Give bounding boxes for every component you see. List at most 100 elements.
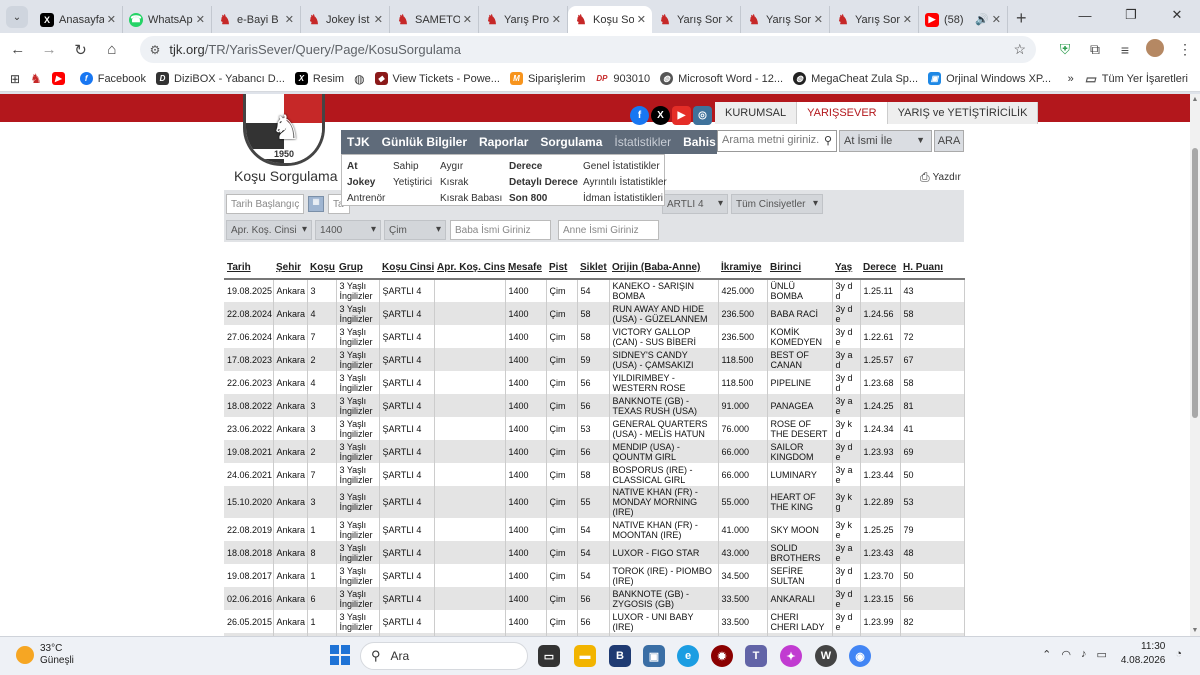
scroll-up-icon[interactable]: ▲ bbox=[1190, 96, 1200, 103]
column-header[interactable]: Birinci bbox=[767, 257, 832, 280]
menu-item-kisrak-babasi[interactable]: Kısrak Babası bbox=[440, 191, 502, 207]
volume-icon[interactable]: ♪ bbox=[1081, 648, 1087, 660]
table-row[interactable]: 24.06.2021 Ankara 7 3 Yaşlı İngilizler ŞARTL… bbox=[224, 463, 965, 486]
table-cell[interactable]: GENERAL QUARTERS (USA) - MELİS HATUN bbox=[609, 417, 719, 440]
menu-item-idman-istatistikleri[interactable]: İdman İstatistikleri bbox=[583, 191, 667, 207]
edge-icon[interactable]: e bbox=[677, 645, 699, 667]
table-row[interactable]: 22.08.2024 Ankara 4 3 Yaşlı İngilizler ŞARTL… bbox=[224, 302, 965, 325]
menu-item-antrenor[interactable]: Antrenör bbox=[347, 191, 385, 207]
topnav-yarissever[interactable]: YARIŞSEVER bbox=[797, 102, 888, 124]
nav-istatistikler[interactable]: İstatistikler bbox=[608, 135, 677, 149]
chrome-icon[interactable]: ◉ bbox=[849, 645, 871, 667]
column-header[interactable]: Orijin (Baba-Anne) bbox=[609, 257, 718, 280]
table-cell[interactable]: BABA RACİ bbox=[767, 302, 833, 325]
bookmark-star-icon[interactable]: ☆ bbox=[1013, 41, 1026, 58]
red-app-icon[interactable]: ✹ bbox=[711, 645, 733, 667]
table-cell[interactable]: KOMİK KOMEDYEN bbox=[767, 325, 833, 348]
bookmarks-more[interactable]: » bbox=[1068, 73, 1074, 85]
column-header[interactable]: Derece bbox=[860, 257, 900, 280]
column-header[interactable]: Pist bbox=[546, 257, 577, 280]
table-cell[interactable]: ÜNLÜ BOMBA bbox=[767, 279, 833, 302]
close-tab-icon[interactable]: ✕ bbox=[196, 13, 205, 26]
distance-select[interactable]: 1400 ▾ bbox=[315, 220, 381, 240]
windows-start-icon[interactable] bbox=[330, 645, 350, 665]
restore-icon[interactable]: ❐ bbox=[1108, 0, 1154, 30]
menu-item-genel-istatistikler[interactable]: Genel İstatistikler bbox=[583, 159, 667, 175]
nav-sorgulama[interactable]: Sorgulama bbox=[534, 135, 608, 149]
table-cell[interactable]: CHERI CHERI LADY bbox=[767, 610, 833, 633]
table-row[interactable]: 15.10.2020 Ankara 3 3 Yaşlı İngilizler ŞARTL… bbox=[224, 486, 965, 518]
column-header[interactable]: Tarih bbox=[224, 257, 273, 280]
tjk-logo[interactable]: ♞ 1950 bbox=[243, 94, 325, 166]
table-row[interactable]: 23.06.2022 Ankara 3 3 Yaşlı İngilizler ŞARTL… bbox=[224, 417, 965, 440]
tab-0[interactable]: X Anasayfa ✕ bbox=[34, 6, 123, 33]
table-cell[interactable]: VICTORY GALLOP (CAN) - SUS BİBERİ bbox=[609, 325, 719, 348]
tray-chevron-up-icon[interactable]: ⌃ bbox=[1042, 648, 1051, 661]
menu-item-kisrak[interactable]: Kısrak bbox=[440, 175, 502, 191]
table-cell[interactable]: MENDIP (USA) - QOUNTM GIRL bbox=[609, 440, 719, 463]
table-cell[interactable]: SKY MOON bbox=[767, 518, 833, 541]
column-header[interactable]: Koşu bbox=[307, 257, 336, 280]
column-header[interactable]: Koşu Cinsi bbox=[379, 257, 434, 280]
table-row[interactable]: 17.08.2023 Ankara 2 3 Yaşlı İngilizler ŞARTL… bbox=[224, 348, 965, 371]
table-cell[interactable]: ANKARALI bbox=[767, 587, 833, 610]
table-cell[interactable]: LUXOR - FIGO STAR bbox=[609, 541, 719, 564]
home-icon[interactable]: ⌂ bbox=[98, 41, 125, 58]
column-header[interactable]: Mesafe bbox=[505, 257, 546, 280]
table-cell[interactable]: SAILOR KINGDOM bbox=[767, 440, 833, 463]
table-cell[interactable]: BANKNOTE (GB) - ZYGOSIS (GB) bbox=[609, 587, 719, 610]
bookmark-dizibox[interactable]: D DiziBOX - Yabancı D... bbox=[156, 72, 285, 85]
menu-item-aygir[interactable]: Aygır bbox=[440, 159, 502, 175]
bookmark-youtube-icon[interactable]: ▶ bbox=[51, 72, 70, 85]
table-cell[interactable]: NATIVE KHAN (FR) - MOONTAN (IRE) bbox=[609, 518, 719, 541]
table-row[interactable]: 19.08.2021 Ankara 2 3 Yaşlı İngilizler ŞARTL… bbox=[224, 440, 965, 463]
close-tab-icon[interactable]: ✕ bbox=[552, 13, 561, 26]
all-bookmarks-folder[interactable]: ▭ Tüm Yer İşaretleri bbox=[1084, 72, 1188, 86]
notifications-bell-icon[interactable]: ◔ bbox=[1175, 648, 1182, 660]
date-start-input[interactable]: Tarih Başlangıç bbox=[226, 194, 304, 214]
menu-item-ayrintili-istatistikler[interactable]: Ayrıntılı İstatistikler bbox=[583, 175, 667, 191]
youtube-icon[interactable]: ▶ bbox=[672, 106, 691, 125]
battery-icon[interactable]: ▭ bbox=[1096, 648, 1106, 661]
minimize-icon[interactable]: — bbox=[1062, 0, 1108, 30]
close-tab-icon[interactable]: ✕ bbox=[814, 13, 823, 26]
close-tab-icon[interactable]: ✕ bbox=[107, 13, 116, 26]
table-cell[interactable]: NATIVE KHAN (FR) - MONDAY MORNING (IRE) bbox=[609, 486, 719, 518]
table-row[interactable]: 19.08.2025 Ankara 3 3 Yaşlı İngilizler ŞARTL… bbox=[224, 279, 965, 302]
column-header[interactable]: H. Puanı bbox=[900, 257, 964, 280]
wifi-icon[interactable]: ◠ bbox=[1061, 648, 1071, 661]
bookmark-resim[interactable]: X Resim bbox=[294, 72, 344, 85]
search-button[interactable]: ARA bbox=[934, 130, 964, 152]
new-tab-button[interactable]: + bbox=[1016, 8, 1027, 29]
tab-9[interactable]: ♞ Yarış Sor ✕ bbox=[830, 6, 919, 33]
menu-item-derece[interactable]: Derece bbox=[509, 159, 578, 175]
tab-2[interactable]: ♞ e-Bayi B ✕ bbox=[212, 6, 301, 33]
scroll-down-icon[interactable]: ▼ bbox=[1190, 627, 1200, 634]
close-tab-icon[interactable]: ✕ bbox=[992, 13, 1001, 26]
tab-7[interactable]: ♞ Yarış Sor ✕ bbox=[652, 6, 741, 33]
bookmark-word[interactable]: ◍ Microsoft Word - 12... bbox=[660, 72, 783, 85]
menu-item-yetistirici[interactable]: Yetiştirici bbox=[393, 175, 432, 191]
tab-search-icon[interactable]: ⌄ bbox=[6, 6, 28, 28]
table-cell[interactable]: KANEKO - SARIŞIN BOMBA bbox=[609, 279, 719, 302]
back-icon[interactable]: ← bbox=[4, 41, 31, 58]
table-row[interactable]: 27.06.2024 Ankara 7 3 Yaşlı İngilizler ŞARTL… bbox=[224, 325, 965, 348]
site-info-icon[interactable]: ⚙ bbox=[150, 43, 161, 57]
mother-name-input[interactable]: Anne İsmi Giriniz bbox=[558, 220, 659, 240]
system-clock[interactable]: 11:30 4.08.2026 bbox=[1121, 640, 1166, 668]
table-cell[interactable]: BOSPORUS (IRE) - CLASSICAL GIRL bbox=[609, 463, 719, 486]
close-tab-icon[interactable]: ✕ bbox=[374, 13, 383, 26]
table-cell[interactable]: SIDNEY'S CANDY (USA) - ÇAMSAKIZI bbox=[609, 348, 719, 371]
menu-item-son-800[interactable]: Son 800 bbox=[509, 191, 578, 207]
topnav-yaris-yetistiricilik[interactable]: YARIŞ ve YETİŞTİRİCİLİK bbox=[887, 102, 1039, 124]
table-row[interactable]: 19.08.2017 Ankara 1 3 Yaşlı İngilizler ŞARTL… bbox=[224, 564, 965, 587]
reading-list-icon[interactable]: ≡ bbox=[1110, 42, 1140, 58]
menu-kebab-icon[interactable]: ⋮ bbox=[1170, 41, 1200, 58]
table-row[interactable]: 22.06.2023 Ankara 4 3 Yaşlı İngilizler ŞARTL… bbox=[224, 371, 965, 394]
menu-item-at[interactable]: At bbox=[347, 159, 385, 175]
table-cell[interactable]: BANKNOTE (GB) - TEXAS RUSH (USA) bbox=[609, 394, 719, 417]
menu-item-detayli-derece[interactable]: Detaylı Derece bbox=[509, 175, 578, 191]
shield-extension-icon[interactable]: ⛨ bbox=[1050, 41, 1080, 58]
bookmark-facebook[interactable]: f Facebook bbox=[79, 72, 146, 85]
table-cell[interactable]: LUXOR - UNI BABY (IRE) bbox=[609, 610, 719, 633]
